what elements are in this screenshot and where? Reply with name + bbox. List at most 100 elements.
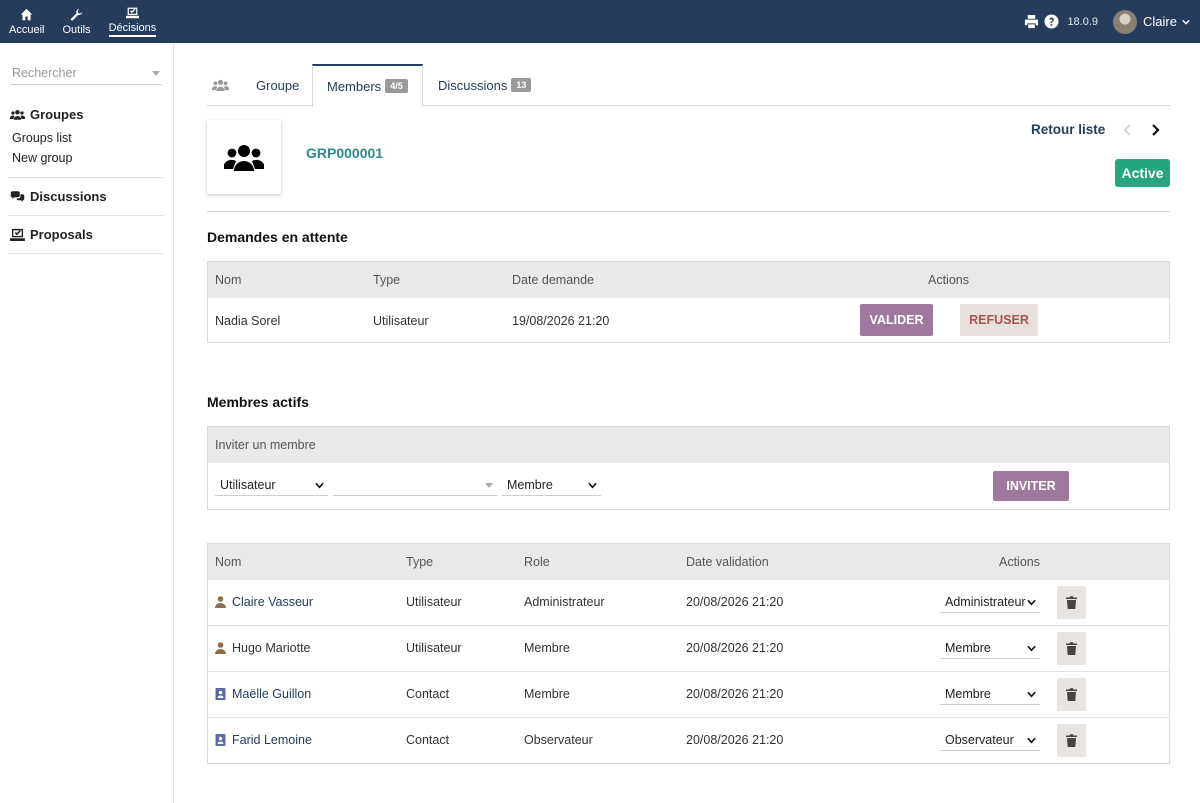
member-role-select[interactable]: Membre xyxy=(940,683,1040,705)
invite-who-select[interactable] xyxy=(333,474,497,496)
member-role-select[interactable]: Administrateur xyxy=(940,591,1040,613)
search-dropdown-icon[interactable] xyxy=(152,71,160,76)
user-name[interactable]: Claire xyxy=(1143,14,1177,29)
sidebar-item-new-group[interactable]: New group xyxy=(12,151,164,165)
member-name: Hugo Mariotte xyxy=(232,641,311,655)
member-name-link[interactable]: Claire Vasseur xyxy=(232,595,313,609)
sidebar-proposals-label: Proposals xyxy=(30,227,93,242)
col-header-type: Type xyxy=(373,273,401,287)
group-ref: GRP000001 xyxy=(306,145,384,161)
tab-members-badge: 4/5 xyxy=(385,79,408,93)
validate-button[interactable]: VALIDER xyxy=(860,304,933,336)
invite-type-select[interactable]: Utilisateur xyxy=(215,474,328,496)
pending-title: Demandes en attente xyxy=(207,229,348,245)
help-icon[interactable] xyxy=(1044,14,1059,29)
member-role-select[interactable]: Observateur xyxy=(940,729,1040,751)
col-header-date: Date validation xyxy=(686,555,769,569)
member-type: Contact xyxy=(406,733,450,747)
nav-outils[interactable]: Outils xyxy=(53,0,99,43)
tab-discussions[interactable]: Discussions 13 xyxy=(438,64,532,106)
sidebar-discussions: Discussions xyxy=(10,189,164,204)
delete-member-button[interactable] xyxy=(1057,632,1086,665)
user-icon xyxy=(215,642,226,654)
member-role-select-value: Membre xyxy=(945,640,991,655)
back-to-list-link[interactable]: Retour liste xyxy=(1031,122,1105,137)
member-role: Observateur xyxy=(524,733,593,747)
sidebar-discussions-title[interactable]: Discussions xyxy=(10,189,164,204)
chevron-down-icon xyxy=(1027,737,1036,744)
invite-role-select[interactable]: Membre xyxy=(502,474,601,496)
sidebar-item-groups-list[interactable]: Groups list xyxy=(12,131,164,145)
contact-card-icon xyxy=(215,734,226,746)
pending-table: Nom Type Date demande Actions Nadia Sore… xyxy=(207,261,1170,343)
trash-icon xyxy=(1066,688,1077,701)
col-header-role: Role xyxy=(524,555,550,569)
invite-type-value: Utilisateur xyxy=(220,477,276,492)
nav-accueil[interactable]: Accueil xyxy=(0,0,53,43)
home-icon xyxy=(21,8,33,20)
print-icon[interactable] xyxy=(1024,14,1039,29)
nav-decisions[interactable]: Décisions xyxy=(100,0,166,43)
delete-member-button[interactable] xyxy=(1057,678,1086,711)
status-badge: Active xyxy=(1115,159,1170,187)
col-header-actions: Actions xyxy=(999,555,1040,569)
sidebar-proposals-title[interactable]: Proposals xyxy=(10,227,164,242)
user-icon xyxy=(215,596,226,608)
sidebar-groupes-title[interactable]: Groupes xyxy=(10,107,164,122)
chevron-down-icon xyxy=(315,482,324,489)
member-date: 20/08/2026 21:20 xyxy=(686,641,784,655)
sidebar-discussions-label: Discussions xyxy=(30,189,107,204)
member-role: Administrateur xyxy=(524,595,605,609)
top-right-area: 18.0.9 Claire xyxy=(1019,0,1190,43)
dropdown-arrow-icon xyxy=(485,483,493,488)
delete-member-button[interactable] xyxy=(1057,586,1086,619)
sidebar-proposals: Proposals xyxy=(10,227,164,242)
col-header-nom: Nom xyxy=(215,273,242,287)
pending-nom: Nadia Sorel xyxy=(215,314,281,328)
members-table: Nom Type Role Date validation Actions Cl… xyxy=(207,543,1170,764)
wrench-icon xyxy=(70,8,83,21)
user-avatar[interactable] xyxy=(1113,9,1138,34)
row-divider xyxy=(208,625,1169,626)
member-name-link[interactable]: Farid Lemoine xyxy=(232,733,312,747)
contact-card-icon xyxy=(215,688,226,700)
tab-members[interactable]: Members 4/5 xyxy=(312,64,423,107)
row-divider xyxy=(208,717,1169,718)
sidebar-groupes: Groupes Groups list New group xyxy=(10,107,164,165)
version-label: 18.0.9 xyxy=(1067,15,1099,28)
member-name-link[interactable]: Maëlle Guillon xyxy=(232,687,311,701)
chevron-down-icon xyxy=(588,482,597,489)
invite-title: Inviter un membre xyxy=(215,438,316,452)
trash-icon xyxy=(1066,642,1077,655)
sidebar-search[interactable] xyxy=(10,63,162,85)
refuse-button[interactable]: REFUSER xyxy=(960,304,1038,336)
tab-groupe[interactable]: Groupe xyxy=(256,64,299,106)
invite-form: Inviter un membre Utilisateur Membre INV… xyxy=(207,426,1170,510)
member-role-select-value: Administrateur xyxy=(945,594,1026,609)
chevron-left-icon[interactable] xyxy=(1122,123,1134,137)
tab-members-label: Members xyxy=(327,78,382,94)
chevron-down-icon xyxy=(1027,645,1036,652)
delete-member-button[interactable] xyxy=(1057,724,1086,757)
invite-button[interactable]: INVITER xyxy=(993,471,1069,501)
col-header-type: Type xyxy=(406,555,434,569)
nav-accueil-label: Accueil xyxy=(9,23,45,36)
member-type: Utilisateur xyxy=(406,595,462,609)
member-role: Membre xyxy=(524,687,570,701)
member-role-select[interactable]: Membre xyxy=(940,637,1040,659)
sidebar-divider xyxy=(8,177,164,178)
pending-table-header: Nom Type Date demande Actions xyxy=(208,262,1169,298)
pending-date: 19/08/2026 21:20 xyxy=(512,314,610,328)
invite-role-value: Membre xyxy=(507,477,553,492)
chevron-down-icon xyxy=(1027,691,1036,698)
col-header-date: Date demande xyxy=(512,273,595,287)
search-input[interactable] xyxy=(10,63,142,83)
tab-bar: Groupe Members 4/5 Discussions 13 xyxy=(207,64,1170,107)
top-bar: Accueil Outils Décisions 18.0.9 Claire xyxy=(0,0,1200,43)
chevron-right-icon[interactable] xyxy=(1149,123,1161,137)
chevron-down-icon[interactable] xyxy=(1182,18,1190,26)
member-role: Membre xyxy=(524,641,570,655)
vote-icon xyxy=(10,228,25,241)
sidebar-divider xyxy=(8,253,164,254)
tab-group-icon[interactable] xyxy=(212,64,232,106)
